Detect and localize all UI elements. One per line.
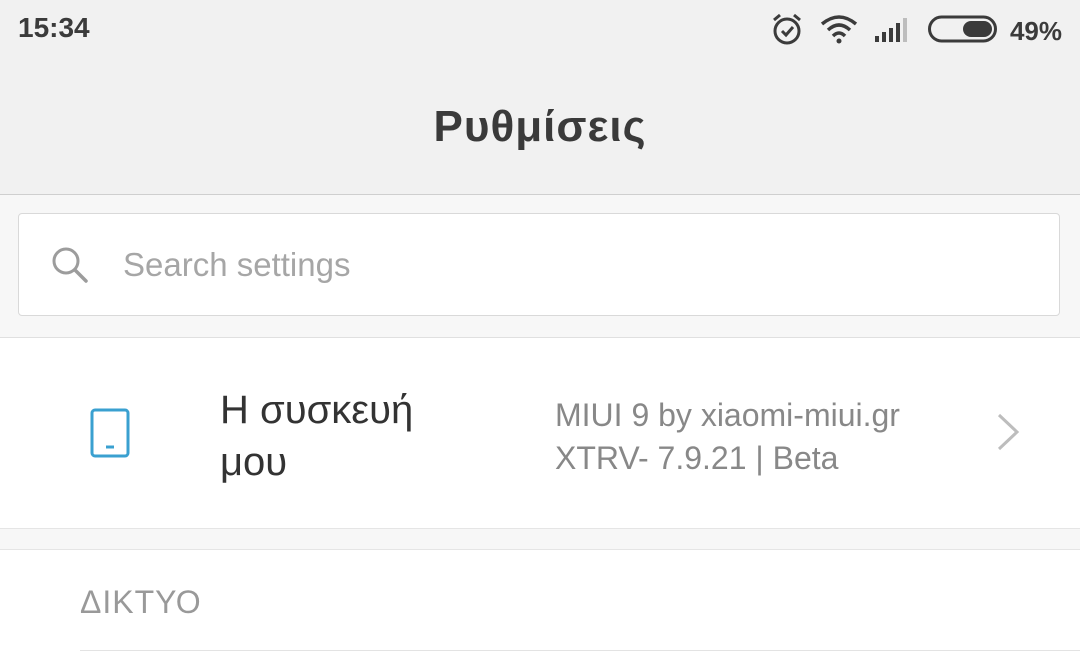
signal-icon (874, 16, 912, 47)
search-area (0, 195, 1080, 338)
divider (80, 650, 1080, 651)
section-gap (0, 529, 1080, 550)
device-info-line1: MIUI 9 by xiaomi-miui.gr (555, 397, 900, 433)
search-box[interactable] (18, 213, 1060, 316)
device-info-line2: XTRV- 7.9.21 | Beta (555, 440, 839, 476)
status-time: 15:34 (18, 12, 90, 43)
chevron-right-icon (995, 412, 1021, 457)
device-label: Η συσκευή μου (220, 388, 414, 484)
section-header-network: ΔΙΚΤΥΟ (80, 584, 202, 620)
phone-icon (90, 408, 130, 463)
alarm-icon (770, 12, 804, 51)
page-title: Ρυθμίσεις (433, 102, 647, 151)
device-info: MIUI 9 by xiaomi-miui.gr XTRV- 7.9.21 | … (555, 394, 900, 480)
status-bar: 15:34 49% (0, 0, 1080, 62)
status-icons: 49% (754, 12, 1062, 50)
search-icon (51, 246, 89, 289)
my-device-item[interactable]: Η συσκευή μου MIUI 9 by xiaomi-miui.gr X… (0, 338, 1080, 529)
page-header: Ρυθμίσεις (0, 62, 1080, 195)
search-input[interactable] (121, 240, 1025, 290)
battery-icon (927, 15, 1000, 48)
network-section: ΔΙΚΤΥΟ (0, 550, 1080, 672)
wifi-icon (820, 14, 858, 49)
battery-percent: 49% (1009, 15, 1062, 46)
